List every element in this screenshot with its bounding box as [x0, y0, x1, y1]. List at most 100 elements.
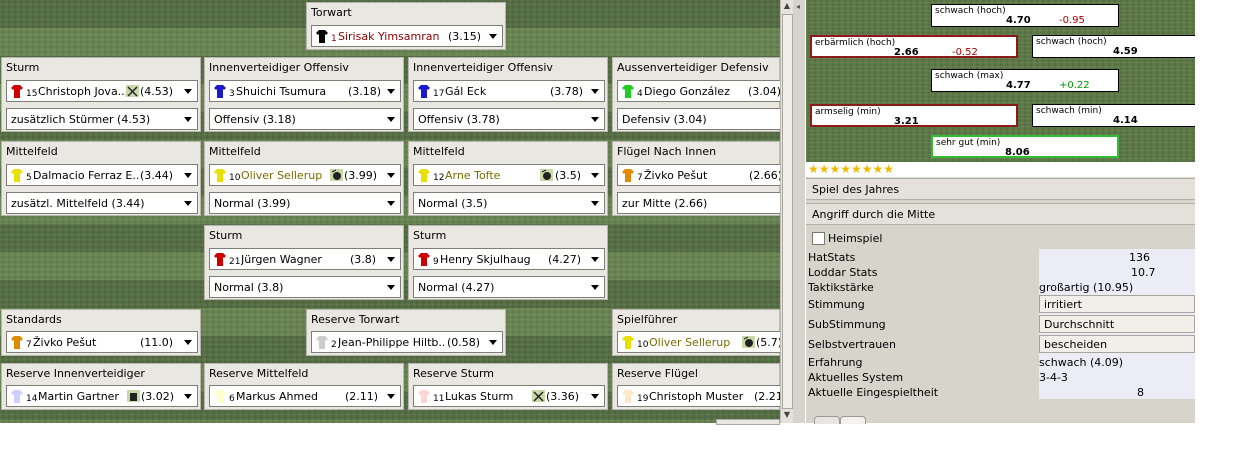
rating-box-3: schwach (hoch) 4.59 [1032, 35, 1195, 58]
player-name: Markus Ahmed [236, 390, 318, 403]
position-card-mf-3: Mittelfeld 12 Arne Tofte (3.5) Normal (3… [408, 141, 608, 216]
position-card-fluegel: Flügel Nach Innen 7 Živko Pešut (2.66) z… [612, 141, 787, 216]
player-select-reserve-tw[interactable]: 2 Jean-Philippe Hiltb... (0.58) [311, 331, 503, 353]
stat-label-selbstvertrauen: Selbstvertrauen [808, 338, 896, 351]
player-select-spielfuehrer[interactable]: 10 Oliver Sellerup (5.7) [617, 331, 787, 353]
player-select-iv-off-2[interactable]: 17 Gál Eck (3.78) [413, 80, 605, 102]
rating-label: schwach (hoch) [1036, 37, 1107, 47]
substimmung-select[interactable]: Durchschnitt [1039, 315, 1195, 333]
player-select-torwart[interactable]: 1 Sirisak Yimsamran (3.15) [311, 25, 503, 47]
rating-value: 4.77 [1006, 80, 1031, 91]
player-select-fluegel[interactable]: 7 Živko Pešut (2.66) [617, 164, 787, 186]
player-rating: (3.04) [748, 85, 782, 98]
tab-2[interactable] [840, 416, 866, 424]
player-rating: (3.99) [344, 169, 378, 182]
player-rating: (4.27) [548, 253, 582, 266]
player-name: Henry Skjulhaug [440, 253, 531, 266]
stat-value-system: 3-4-3 [1039, 371, 1068, 384]
rating-value: 4.14 [1113, 115, 1138, 126]
bottom-tab-strip [806, 413, 1195, 424]
tactic-row[interactable]: Angriff durch die Mitte [806, 203, 1195, 225]
player-select-reserve-iv[interactable]: 14 Martin Gartner (3.02) [6, 385, 198, 407]
player-select-iv-off-1[interactable]: 3 Shuichi Tsumura (3.18) [209, 80, 401, 102]
stat-value-erfahrung: schwach (4.09) [1039, 356, 1124, 369]
order-select-mf-3[interactable]: Normal (3.5) [413, 192, 605, 214]
scroll-up-icon[interactable]: ▲ [781, 0, 793, 12]
order-select-iv-off-1[interactable]: Offensiv (3.18) [209, 108, 401, 130]
player-rating: (3.36) [546, 390, 580, 403]
stat-label-loddar: Loddar Stats [808, 266, 878, 279]
player-name: Gál Eck [445, 85, 487, 98]
player-select-av-def[interactable]: 4 Diego González (3.04) [617, 80, 787, 102]
horizontal-scrollbar[interactable] [0, 414, 780, 425]
position-card-mf-1: Mittelfeld 5 Dalmacio Ferraz E... (3.44)… [1, 141, 201, 216]
shirt-icon [214, 390, 226, 403]
player-select-standards[interactable]: 7 Živko Pešut (11.0) [6, 331, 198, 353]
player-select-mf-1[interactable]: 5 Dalmacio Ferraz E... (3.44) [6, 164, 198, 186]
divider-grip-icon[interactable]: ◂ [796, 2, 800, 11]
match-type-label: Spiel des Jahres [812, 183, 900, 196]
order-select-av-def[interactable]: Defensiv (3.04) [617, 108, 787, 130]
tab-1[interactable] [814, 416, 840, 424]
selbstvertrauen-select[interactable]: bescheiden [1039, 335, 1195, 353]
player-select-sturm-2[interactable]: 9 Henry Skjulhaug (4.27) [413, 248, 605, 270]
dropdown-arrow-icon [387, 89, 395, 94]
order-select-mf-1[interactable]: zusätzl. Mittelfeld (3.44) [6, 192, 198, 214]
player-select-mf-3[interactable]: 12 Arne Tofte (3.5) [413, 164, 605, 186]
home-checkbox[interactable] [812, 232, 825, 245]
order-value: Normal (3.99) [214, 197, 291, 210]
player-rating: (2.66) [749, 169, 783, 182]
stimmung-value: irritiert [1044, 298, 1082, 311]
player-select-reserve-fl[interactable]: 19 Christoph Muster (2.21) [617, 385, 787, 407]
order-select-sturm-2[interactable]: Normal (4.27) [413, 276, 605, 298]
shirt-icon [418, 253, 430, 266]
player-select-reserve-st[interactable]: 11 Lukas Sturm (3.36) [413, 385, 605, 407]
position-title: Sturm [413, 229, 447, 242]
player-number: 7 [637, 173, 643, 183]
dropdown-arrow-icon [387, 201, 395, 206]
stimmung-select[interactable]: irritiert [1039, 295, 1195, 313]
player-rating: (3.44) [140, 169, 174, 182]
order-value: zur Mitte (2.66) [622, 197, 708, 210]
order-select-fluegel[interactable]: zur Mitte (2.66) [617, 192, 787, 214]
scroll-down-icon[interactable]: ▼ [781, 409, 793, 421]
stat-label-substimmung: SubStimmung [808, 318, 886, 331]
player-number: 7 [26, 340, 32, 350]
order-select-mf-2[interactable]: Normal (3.99) [209, 192, 401, 214]
player-select-sturm-1[interactable]: 21 Jürgen Wagner (3.8) [209, 248, 401, 270]
player-name: Dalmacio Ferraz E... [33, 169, 139, 182]
player-rating: (0.58) [447, 336, 481, 349]
substimmung-value: Durchschnitt [1044, 318, 1115, 331]
stat-label-stimmung: Stimmung [808, 298, 865, 311]
order-select-sturm-left[interactable]: zusätzlich Stürmer (4.53) [6, 108, 198, 130]
split-pane-divider[interactable]: ◂ [793, 0, 805, 423]
match-type-row[interactable]: Spiel des Jahres [806, 178, 1195, 200]
stat-label-erfahrung: Erfahrung [808, 356, 863, 369]
position-title: Reserve Torwart [311, 313, 400, 326]
player-number: 10 [229, 173, 241, 183]
player-number: 9 [433, 257, 439, 267]
dropdown-arrow-icon [184, 340, 192, 345]
player-number: 6 [229, 394, 235, 404]
scrollbar-thumb[interactable] [782, 14, 793, 409]
order-select-iv-off-2[interactable]: Offensiv (3.78) [413, 108, 605, 130]
player-name: Arne Tofte [445, 169, 501, 182]
position-title: Innenverteidiger Offensiv [209, 61, 349, 74]
shirt-icon [418, 85, 430, 98]
player-select-sturm-left[interactable]: 15 Christoph Jova... (4.53) [6, 80, 198, 102]
dropdown-arrow-icon [184, 394, 192, 399]
position-title: Reserve Innenverteidiger [6, 367, 145, 380]
player-rating: (3.8) [350, 253, 377, 266]
order-select-sturm-1[interactable]: Normal (3.8) [209, 276, 401, 298]
rating-box-7: sehr gut (min) 8.06 [931, 135, 1119, 158]
position-card-reserve-fl: Reserve Flügel 19 Christoph Muster (2.21… [612, 363, 787, 410]
vertical-scrollbar[interactable]: ▲ ▼ [780, 0, 794, 423]
stat-label-eingespieltheit: Aktuelle Eingespieltheit [808, 386, 939, 399]
shirt-icon [11, 390, 23, 403]
player-select-reserve-mf[interactable]: 6 Markus Ahmed (2.11) [209, 385, 401, 407]
shirt-icon [622, 390, 634, 403]
player-number: 14 [26, 394, 38, 404]
player-select-mf-2[interactable]: 10 Oliver Sellerup (3.99) [209, 164, 401, 186]
stat-value-eingespieltheit: 8 [1137, 386, 1144, 399]
player-rating: (4.53) [140, 85, 174, 98]
